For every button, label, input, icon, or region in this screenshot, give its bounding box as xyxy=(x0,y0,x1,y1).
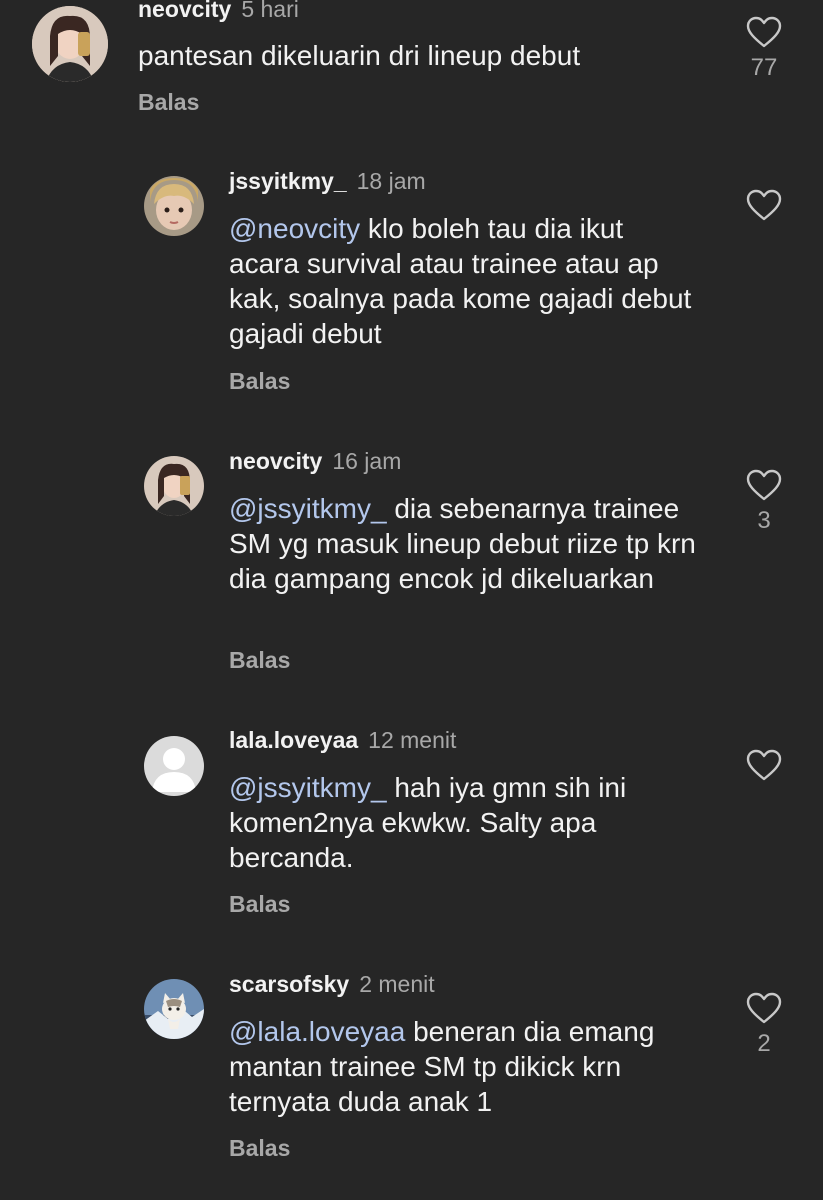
avatar[interactable] xyxy=(144,176,204,236)
timestamp: 16 jam xyxy=(332,448,402,474)
reply-button[interactable]: Balas xyxy=(229,368,290,395)
comment-text: @jssyitkmy_ hah iya gmn sih ini komen2ny… xyxy=(229,770,699,875)
heart-outline-icon xyxy=(746,189,782,221)
timestamp: 18 jam xyxy=(356,168,426,194)
heart-outline-icon xyxy=(746,749,782,781)
comment-meta: scarsofsky 2 menit xyxy=(229,971,435,998)
heart-outline-icon xyxy=(746,992,782,1024)
avatar[interactable] xyxy=(144,456,204,516)
mention-link[interactable]: @jssyitkmy_ xyxy=(229,772,387,803)
comment-meta: lala.loveyaa 12 menit xyxy=(229,727,456,754)
like-button[interactable] xyxy=(744,189,784,227)
comment-text: pantesan dikeluarin dri lineup debut xyxy=(138,38,698,73)
username[interactable]: scarsofsky xyxy=(229,971,349,997)
timestamp: 2 menit xyxy=(359,971,435,997)
heart-outline-icon xyxy=(746,469,782,501)
reply-button[interactable]: Balas xyxy=(229,647,290,674)
mention-link[interactable]: @jssyitkmy_ xyxy=(229,493,387,524)
mention-link[interactable]: @neovcity xyxy=(229,213,360,244)
comment-text: @lala.loveyaa beneran dia emang mantan t… xyxy=(229,1014,699,1119)
avatar[interactable] xyxy=(144,736,204,796)
avatar[interactable] xyxy=(144,979,204,1039)
like-button[interactable]: 2 xyxy=(744,992,784,1058)
timestamp: 12 menit xyxy=(368,727,457,753)
like-count: 77 xyxy=(750,54,778,81)
comment-meta: neovcity 16 jam xyxy=(229,448,401,475)
mention-link[interactable]: @lala.loveyaa xyxy=(229,1016,405,1047)
like-count: 2 xyxy=(757,1030,771,1057)
reply-button[interactable]: Balas xyxy=(229,1135,290,1162)
like-button[interactable] xyxy=(744,749,784,787)
like-count: 3 xyxy=(757,507,771,534)
username[interactable]: lala.loveyaa xyxy=(229,727,358,753)
avatar[interactable] xyxy=(32,6,108,82)
comment-body: pantesan dikeluarin dri lineup debut xyxy=(138,40,581,71)
like-button[interactable]: 77 xyxy=(744,16,784,82)
comment-meta: neovcity 5 hari xyxy=(138,0,299,23)
reply-button[interactable]: Balas xyxy=(229,891,290,918)
comment-text: @jssyitkmy_ dia sebenarnya trainee SM yg… xyxy=(229,491,699,596)
username[interactable]: neovcity xyxy=(138,0,231,22)
comment-text: @neovcity klo boleh tau dia ikut acara s… xyxy=(229,211,699,351)
heart-outline-icon xyxy=(746,16,782,48)
username[interactable]: neovcity xyxy=(229,448,322,474)
like-button[interactable]: 3 xyxy=(744,469,784,535)
timestamp: 5 hari xyxy=(241,0,299,22)
comment-meta: jssyitkmy_ 18 jam xyxy=(229,168,426,195)
username[interactable]: jssyitkmy_ xyxy=(229,168,347,194)
reply-button[interactable]: Balas xyxy=(138,89,199,116)
